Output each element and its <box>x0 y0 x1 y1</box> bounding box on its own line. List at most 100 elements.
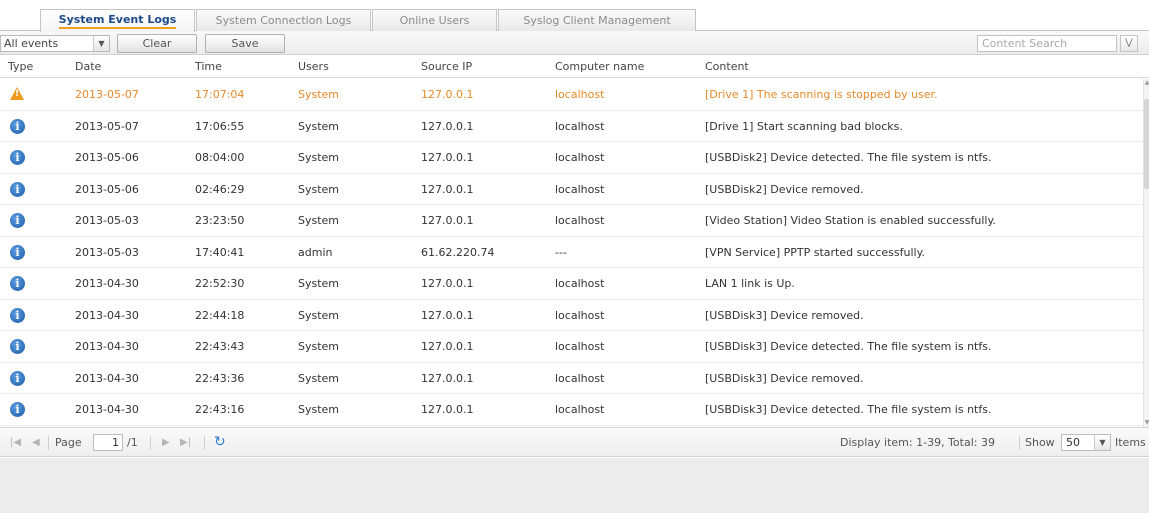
refresh-icon[interactable]: ↻ <box>214 434 226 450</box>
row-source-ip: 127.0.0.1 <box>421 308 474 322</box>
info-icon: i <box>10 118 26 135</box>
tab-online-users[interactable]: Online Users <box>372 9 497 31</box>
row-user: System <box>298 151 340 164</box>
search-options-icon[interactable]: ⋁ <box>1120 35 1138 52</box>
tab-system-event-logs[interactable]: System Event Logs <box>40 9 195 32</box>
row-date: 2013-04-30 <box>75 371 139 385</box>
row-content: [Video Station] Video Station is enabled… <box>705 214 996 227</box>
column-header-time[interactable]: Time <box>195 60 222 73</box>
row-computer-name: localhost <box>555 88 605 101</box>
row-date: 2013-05-03 <box>75 245 139 259</box>
tab-label: System Event Logs <box>58 13 177 29</box>
warning-icon: ! <box>10 87 26 103</box>
row-computer-name: localhost <box>555 308 605 322</box>
table-scrollbar[interactable]: ▲ ▼ <box>1143 79 1149 427</box>
items-per-page-select[interactable]: 50 ▼ <box>1061 434 1111 451</box>
pager-divider <box>150 436 151 450</box>
row-source-ip: 127.0.0.1 <box>421 119 474 133</box>
row-date: 2013-05-07 <box>75 88 139 101</box>
row-content: [Drive 1] Start scanning bad blocks. <box>705 119 903 133</box>
row-content: [Drive 1] The scanning is stopped by use… <box>705 88 938 101</box>
row-computer-name: localhost <box>555 403 605 416</box>
tab-syslog-client-management[interactable]: Syslog Client Management <box>498 9 696 31</box>
row-user: System <box>298 308 340 322</box>
content-search-field[interactable] <box>977 35 1117 52</box>
row-date: 2013-04-30 <box>75 403 139 416</box>
next-page-icon[interactable]: ▶ <box>162 437 170 448</box>
row-user: System <box>298 277 340 290</box>
row-source-ip: 127.0.0.1 <box>421 182 474 196</box>
row-user: System <box>298 119 340 133</box>
row-content: [USBDisk2] Device removed. <box>705 182 864 196</box>
column-header-content[interactable]: Content <box>705 60 749 73</box>
tab-label: Syslog Client Management <box>523 14 671 27</box>
tab-system-connection-logs[interactable]: System Connection Logs <box>196 9 371 31</box>
table-row[interactable]: ! 2013-05-07 17:07:04 System 127.0.0.1 l… <box>0 79 1143 111</box>
column-header-type[interactable]: Type <box>8 60 33 73</box>
row-date: 2013-04-30 <box>75 277 139 290</box>
row-source-ip: 127.0.0.1 <box>421 214 474 227</box>
table-row[interactable]: i 2013-04-30 22:43:36 System 127.0.0.1 l… <box>0 363 1143 394</box>
row-content: [USBDisk3] Device removed. <box>705 308 864 322</box>
row-user: admin <box>298 245 333 259</box>
scroll-down-icon[interactable]: ▼ <box>1144 419 1149 427</box>
table-row[interactable]: i 2013-05-03 17:40:41 admin 61.62.220.74… <box>0 237 1143 268</box>
column-header-date[interactable]: Date <box>75 60 101 73</box>
row-user: System <box>298 88 340 101</box>
info-icon: i <box>10 307 26 324</box>
table-row[interactable]: i 2013-04-30 22:44:18 System 127.0.0.1 l… <box>0 300 1143 331</box>
row-date: 2013-05-03 <box>75 214 139 227</box>
row-source-ip: 127.0.0.1 <box>421 371 474 385</box>
table-row[interactable]: i 2013-04-30 22:43:43 System 127.0.0.1 l… <box>0 331 1143 363</box>
table-row[interactable]: i 2013-05-06 08:04:00 System 127.0.0.1 l… <box>0 142 1143 174</box>
scrollbar-thumb[interactable] <box>1144 99 1149 189</box>
row-source-ip: 127.0.0.1 <box>421 403 474 416</box>
row-computer-name: --- <box>555 245 567 259</box>
toolbar: All events ▼ Clear Save ⋁ <box>0 31 1149 55</box>
table-row[interactable]: i 2013-04-30 22:52:30 System 127.0.0.1 l… <box>0 268 1143 300</box>
content-search-input[interactable] <box>978 36 1116 51</box>
column-header-users[interactable]: Users <box>298 60 329 73</box>
table-row[interactable]: i 2013-04-30 22:43:16 System 127.0.0.1 l… <box>0 394 1143 426</box>
last-page-icon[interactable]: ▶| <box>180 437 191 448</box>
first-page-icon[interactable]: |◀ <box>10 437 21 448</box>
row-time: 22:43:36 <box>195 371 245 385</box>
table-row[interactable]: i 2013-05-06 02:46:29 System 127.0.0.1 l… <box>0 174 1143 205</box>
row-user: System <box>298 182 340 196</box>
info-icon: i <box>10 276 26 292</box>
column-header-source-ip[interactable]: Source IP <box>421 60 472 73</box>
scroll-up-icon[interactable]: ▲ <box>1144 79 1149 87</box>
page-number-input[interactable]: 1 <box>93 434 123 451</box>
row-date: 2013-04-30 <box>75 308 139 322</box>
items-label: Items <box>1115 436 1146 449</box>
row-content: [USBDisk3] Device removed. <box>705 371 864 385</box>
row-date: 2013-05-06 <box>75 151 139 164</box>
row-source-ip: 127.0.0.1 <box>421 277 474 290</box>
table-row[interactable]: i 2013-05-07 17:06:55 System 127.0.0.1 l… <box>0 111 1143 142</box>
column-header-computer-name[interactable]: Computer name <box>555 60 644 73</box>
row-time: 02:46:29 <box>195 182 245 196</box>
row-computer-name: localhost <box>555 119 605 133</box>
chevron-down-icon[interactable]: ▼ <box>93 36 109 51</box>
clear-button[interactable]: Clear <box>117 34 197 53</box>
display-item-summary: Display item: 1-39, Total: 39 <box>840 436 995 449</box>
table-row[interactable]: i 2013-05-03 23:23:50 System 127.0.0.1 l… <box>0 205 1143 237</box>
row-source-ip: 127.0.0.1 <box>421 340 474 353</box>
row-user: System <box>298 340 340 353</box>
pager-divider <box>48 436 49 450</box>
save-button[interactable]: Save <box>205 34 285 53</box>
items-per-page-value: 50 <box>1066 436 1080 449</box>
row-time: 22:44:18 <box>195 308 245 322</box>
row-computer-name: localhost <box>555 214 605 227</box>
row-content: LAN 1 link is Up. <box>705 277 795 290</box>
pager-divider <box>204 436 205 450</box>
previous-page-icon[interactable]: ◀ <box>32 437 40 448</box>
row-user: System <box>298 214 340 227</box>
row-time: 08:04:00 <box>195 151 245 164</box>
chevron-down-icon[interactable]: ▼ <box>1094 435 1110 450</box>
row-time: 22:43:16 <box>195 403 245 416</box>
row-computer-name: localhost <box>555 371 605 385</box>
event-log-table: ! 2013-05-07 17:07:04 System 127.0.0.1 l… <box>0 79 1143 427</box>
event-filter-select[interactable]: All events ▼ <box>0 35 110 52</box>
pager-divider <box>1019 436 1020 450</box>
